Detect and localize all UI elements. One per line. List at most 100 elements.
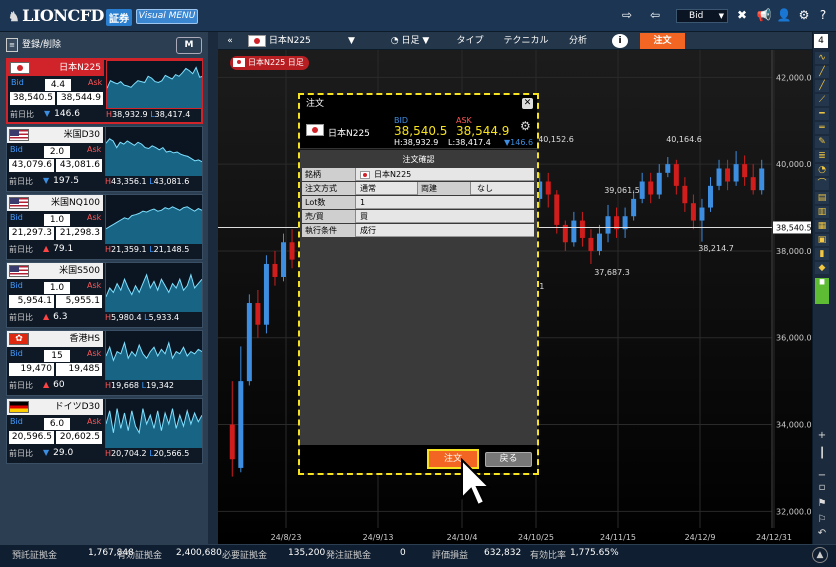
current-price-label: 38,540.5 — [776, 223, 812, 232]
color-icon[interactable]: ▣ — [815, 234, 829, 246]
gear-icon[interactable]: ⚙ — [796, 8, 812, 22]
row-symbol: 銘柄 日本N225 — [302, 168, 534, 181]
fib-icon[interactable]: ≣ — [815, 150, 829, 162]
ask-value[interactable]: 38,544.9 — [57, 92, 103, 105]
zoom-in-icon[interactable]: + — [815, 430, 829, 442]
market-card[interactable]: 日本N225 Bid 4.4 Ask 38,540.5 38,544.9 前日比 ▼ 146.6… — [6, 58, 203, 124]
tool-count-badge: 4 — [814, 34, 828, 48]
ask-label: Ask — [88, 78, 103, 87]
bid-label: Bid — [11, 78, 24, 87]
grid-icon[interactable]: ▦ — [815, 220, 829, 232]
size-small-icon[interactable]: ▫ — [815, 482, 829, 494]
status-label: 評価損益 — [432, 551, 469, 561]
sparkline — [105, 195, 202, 244]
ask-value[interactable]: 19,485 — [56, 363, 102, 376]
y-tick-label: 40,000.0 — [776, 160, 812, 169]
person-icon[interactable]: 👤 — [776, 8, 792, 22]
brush-icon[interactable]: ▮ — [815, 248, 829, 260]
order-button[interactable]: 注文 — [640, 33, 685, 49]
register-delete-button[interactable]: ≡ 登録/削除 — [6, 36, 61, 54]
japan-flag-icon — [360, 170, 370, 179]
close-icon[interactable]: ✕ — [522, 98, 533, 109]
y-tick-label: 32,000.0 — [776, 507, 812, 516]
back-button[interactable]: 戻る — [485, 452, 532, 467]
pin-icon[interactable]: ⚑ — [815, 498, 829, 510]
market-card[interactable]: 米国S500 Bid 1.0 Ask 5,954.1 5,955.1 前日比 ▲ 6.3 H5,9… — [6, 262, 203, 328]
spread-value: 15 — [44, 350, 70, 362]
megaphone-icon[interactable]: 📢 — [756, 8, 772, 22]
bid-value[interactable]: 38,540.5 — [10, 92, 55, 105]
undo-icon[interactable]: ↶ — [815, 528, 829, 540]
us-flag-icon — [9, 197, 29, 209]
trend-icon[interactable]: ∿ — [815, 52, 829, 64]
visual-menu-button[interactable]: Visual MENU — [136, 9, 198, 24]
symbol-select[interactable]: 日本N225 ▼ — [248, 33, 368, 49]
login-icon[interactable]: ⇦ — [647, 8, 663, 22]
zoom-out-icon[interactable]: − — [815, 470, 829, 482]
ask-value[interactable]: 43,081.6 — [56, 159, 102, 172]
technical-button[interactable]: テクニカル — [500, 33, 552, 49]
status-label: 必要証拠金 — [222, 551, 268, 561]
pencil-icon[interactable]: ✎ — [815, 136, 829, 148]
candle-body — [665, 164, 671, 173]
japan-flag-icon — [306, 124, 324, 136]
up-arrow-icon: ▲ — [43, 312, 50, 321]
price-annotation: 38,214.7 — [698, 244, 734, 253]
m-button[interactable]: M — [176, 37, 202, 54]
high-low: H38,932.9 L38,417.4 — [106, 110, 191, 119]
ask-value[interactable]: 5,955.1 — [56, 295, 102, 308]
bid-value[interactable]: 43,079.6 — [9, 159, 54, 172]
market-card[interactable]: ✿ 香港HS Bid 15 Ask 19,470 19,485 前日比 ▲ 60 H19,668 L… — [6, 330, 203, 396]
bid-label: Bid — [10, 213, 23, 222]
sparkline-area — [106, 206, 202, 244]
type-button[interactable]: タイプ — [448, 33, 492, 49]
price-annotation: 40,152.6 — [538, 135, 574, 144]
help-icon[interactable]: ? — [815, 8, 831, 22]
candle-body — [707, 185, 713, 208]
price-type-select[interactable]: Bid ▼ — [676, 9, 728, 23]
logout-icon[interactable]: ⇨ — [619, 8, 635, 22]
hline-icon[interactable]: ━ — [815, 108, 829, 120]
market-name: 米国S500 — [7, 263, 103, 279]
fill-icon[interactable]: ◆ — [815, 262, 829, 274]
bid-value[interactable]: 20,596.5 — [9, 431, 54, 444]
candle-body — [281, 242, 287, 277]
bid-value[interactable]: 21,297.3 — [9, 227, 54, 240]
market-card[interactable]: 米国D30 Bid 2.0 Ask 43,079.6 43,081.6 前日比 ▼ 197.5 H… — [6, 126, 203, 192]
line-icon[interactable]: ╱ — [815, 80, 829, 92]
ask-value[interactable]: 21,298.3 — [56, 227, 102, 240]
ask-value[interactable]: 20,602.5 — [56, 431, 102, 444]
zoom-slider[interactable]: ┃ — [815, 448, 829, 460]
gear-icon[interactable]: ⚙ — [520, 119, 531, 133]
chevron-down-icon: ▼ — [348, 36, 355, 46]
arc-icon[interactable]: ⌒ — [815, 178, 829, 190]
grid-icon[interactable]: ▥ — [815, 206, 829, 218]
grid-icon[interactable]: ▤ — [815, 192, 829, 204]
list-icon: ≡ — [6, 37, 18, 52]
color-picker-icon[interactable]: ▆ — [815, 278, 829, 304]
market-card[interactable]: ドイツD30 Bid 6.0 Ask 20,596.5 20,602.5 前日比 ▼ 29.0 H… — [6, 398, 203, 464]
candle-body — [733, 164, 739, 182]
circle-icon[interactable]: ◔ — [815, 164, 829, 176]
flag-icon[interactable]: ⚐ — [815, 514, 829, 526]
dialog-quote: 日本N225 BID ASK 38,540.5 38,544.9 H:38,93… — [300, 113, 537, 149]
close-icon[interactable]: ✖ — [734, 8, 750, 22]
market-name: 米国NQ100 — [7, 195, 103, 211]
scroll-up-icon[interactable]: ▲ — [812, 547, 828, 563]
candle-body — [750, 177, 756, 191]
up-arrow-icon: ▲ — [43, 380, 50, 389]
bid-value[interactable]: 19,470 — [9, 363, 54, 376]
bid-value[interactable]: 5,954.1 — [9, 295, 54, 308]
line-icon[interactable]: ╱ — [815, 66, 829, 78]
sparkline-area — [107, 67, 202, 108]
market-card[interactable]: 米国NQ100 Bid 1.0 Ask 21,297.3 21,298.3 前日比 ▲ 79.1… — [6, 194, 203, 260]
ray-icon[interactable]: ⟋ — [815, 94, 829, 106]
period-select[interactable]: ◔ 日足 ▼ — [380, 33, 440, 49]
spread-value: 4.4 — [45, 79, 71, 91]
y-tick-label: 36,000.0 — [776, 334, 812, 343]
collapse-icon[interactable]: « — [222, 33, 238, 49]
candle-body — [272, 263, 278, 277]
hline-icon[interactable]: ═ — [815, 122, 829, 134]
info-icon[interactable]: i — [612, 34, 628, 48]
analysis-button[interactable]: 分析 — [558, 33, 598, 49]
